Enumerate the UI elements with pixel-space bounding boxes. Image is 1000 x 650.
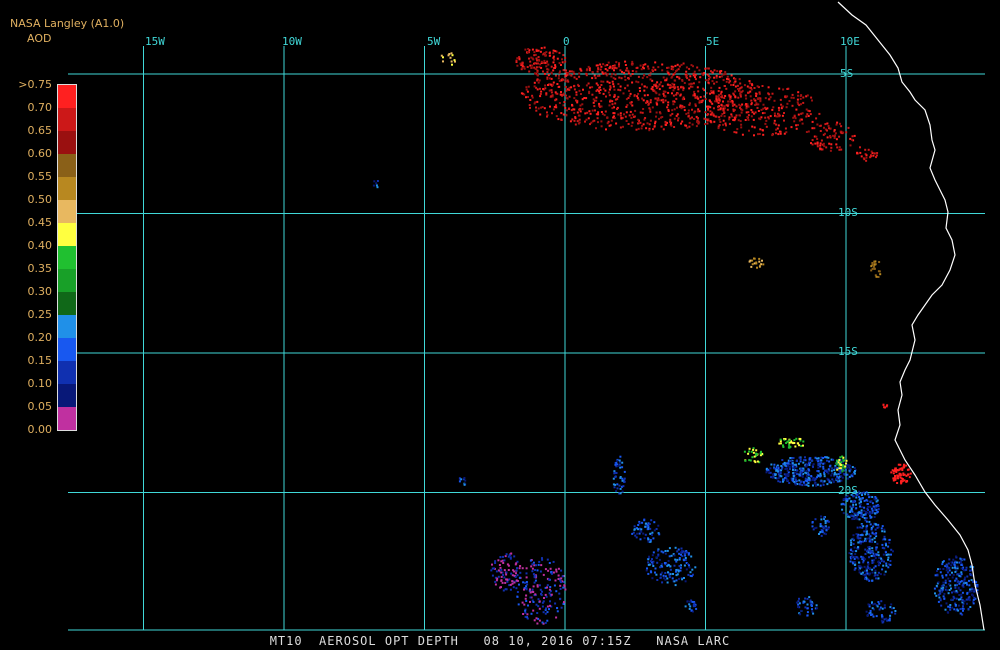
legend-swatch [58,407,76,430]
product-footer: MT10 AEROSOL OPT DEPTH 08 10, 2016 07:15… [269,634,731,648]
legend-swatch [58,338,76,361]
legend-label: 0.55 [27,170,53,183]
legend-swatch [58,131,76,154]
legend-swatch [58,154,76,177]
legend-label: 0.25 [27,308,53,321]
lon-label-10e: 10E [840,35,860,48]
lat-label-15s: 15S [838,345,858,358]
legend-label: 0.45 [27,216,53,229]
legend-label: 0.50 [27,193,53,206]
legend-swatch [58,177,76,200]
legend-swatch [58,85,76,108]
legend-swatch [58,269,76,292]
legend-label: 0.10 [27,377,53,390]
aod-map [68,1,985,631]
aod-color-legend [57,84,77,431]
lon-label-5w: 5W [427,35,441,48]
legend-swatch [58,200,76,223]
legend-label: 0.60 [27,147,53,160]
lon-label-0: 0 [563,35,570,48]
legend-label: 0.70 [27,101,53,114]
legend-label: 0.20 [27,331,53,344]
legend-swatch [58,108,76,131]
legend-label: 0.05 [27,400,53,413]
lon-label-5e: 5E [706,35,720,48]
legend-swatch [58,223,76,246]
lat-label-20s: 20S [838,484,858,497]
legend-label: 0.30 [27,285,53,298]
aerosol-pixels [372,46,979,625]
lon-label-10w: 10W [282,35,302,48]
legend-label: 0.00 [27,423,53,436]
legend-label: 0.15 [27,354,53,367]
legend-swatch [58,361,76,384]
legend-label: 0.35 [27,262,53,275]
legend-label: >0.75 [18,78,52,91]
legend-swatch [58,292,76,315]
source-label: NASA Langley (A1.0) [10,17,125,30]
lat-lon-grid [68,46,985,631]
lat-label-5s: 5S [840,67,854,80]
legend-label: 0.40 [27,239,53,252]
legend-swatch [58,384,76,407]
lat-label-10s: 10S [838,206,858,219]
product-label: AOD [27,32,52,45]
legend-label: 0.65 [27,124,53,137]
lon-label-15w: 15W [145,35,165,48]
legend-swatch [58,315,76,338]
legend-swatch [58,246,76,269]
